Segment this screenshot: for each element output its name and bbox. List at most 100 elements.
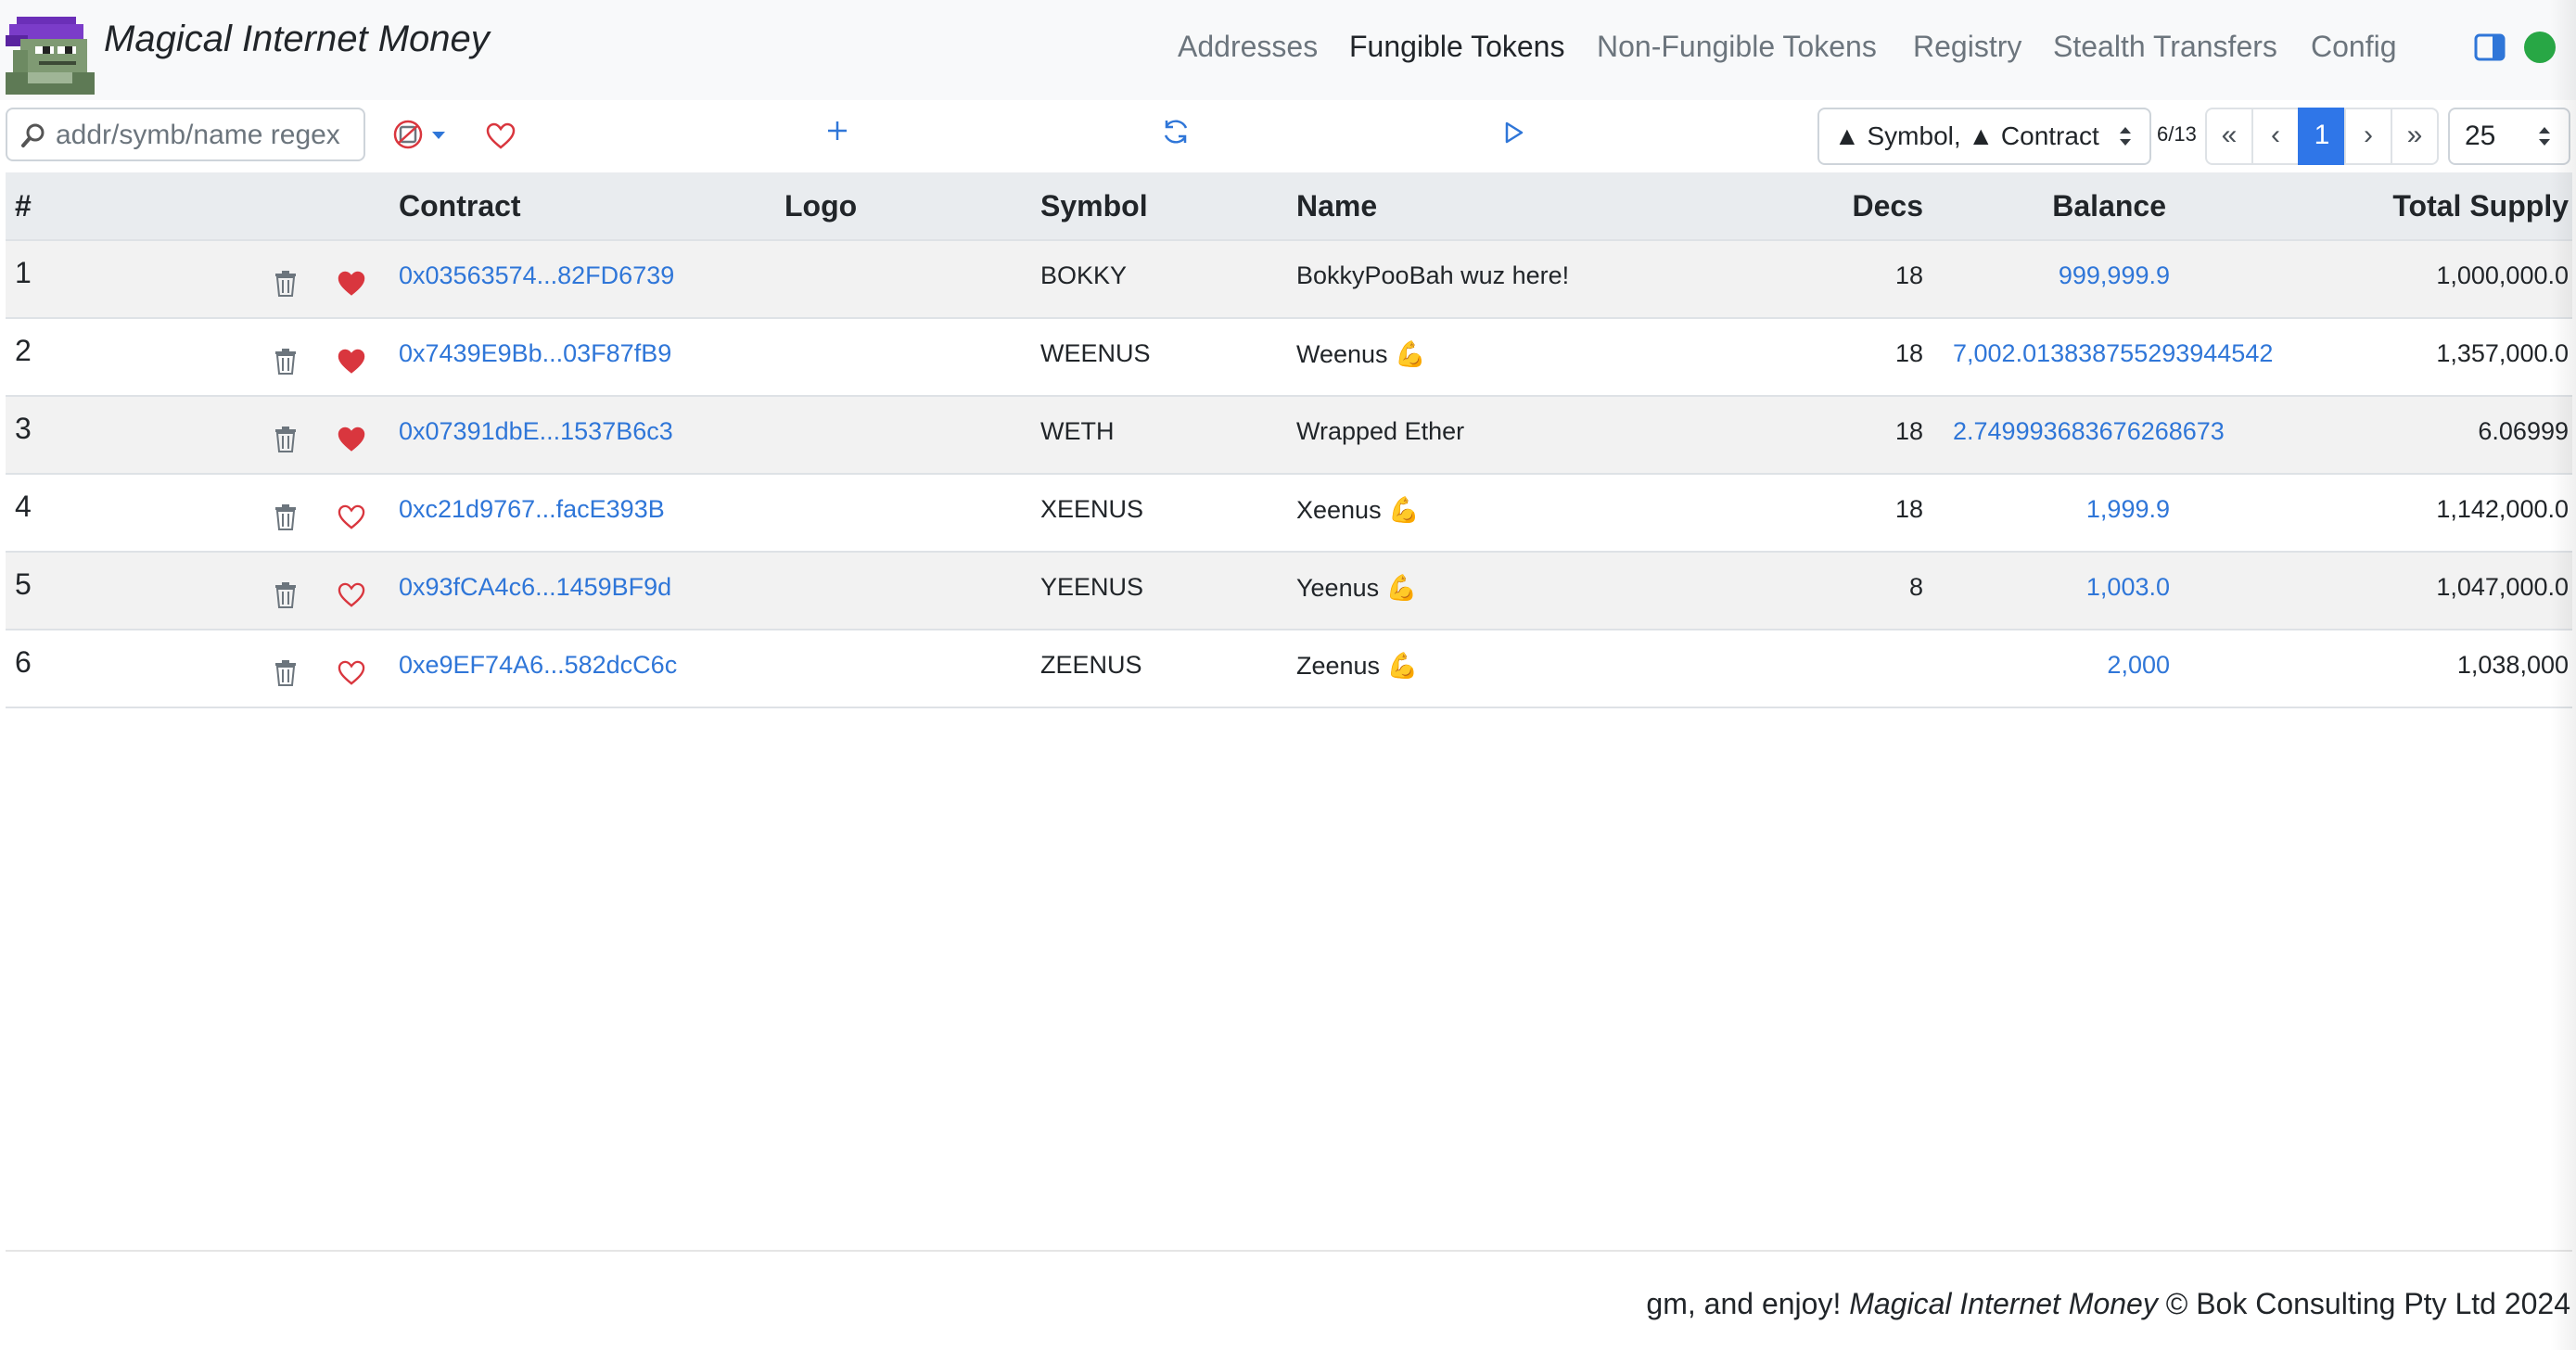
header-name[interactable]: Name <box>1296 189 1377 223</box>
row-index: 4 <box>15 490 32 523</box>
contract-link[interactable]: 0xe9EF74A6...582dcC6c <box>399 651 677 680</box>
search-input[interactable] <box>54 115 354 156</box>
token-balance-link[interactable]: 999,999.9 <box>1960 261 2170 290</box>
favourites-filter-heart-icon[interactable] <box>486 122 516 150</box>
nav-stealth-transfers[interactable]: Stealth Transfers <box>2053 30 2277 64</box>
heart-filled-icon[interactable] <box>338 349 365 375</box>
app-logo-avatar-icon[interactable] <box>6 17 95 95</box>
first-page-button[interactable]: « <box>2205 108 2253 165</box>
nav-registry[interactable]: Registry <box>1913 30 2021 64</box>
row-index: 6 <box>15 645 32 679</box>
trash-icon[interactable] <box>274 504 297 530</box>
token-name: Xeenus 💪 <box>1296 496 1420 524</box>
sort-select-value: ▲ Symbol, ▲ Contract <box>1834 121 2099 150</box>
heart-filled-icon[interactable] <box>338 271 365 297</box>
token-name: Weenus 💪 <box>1296 340 1426 368</box>
footer-brand: Magical Internet Money <box>1849 1287 2158 1320</box>
token-decimals: 18 <box>1894 339 1923 367</box>
trash-icon[interactable] <box>274 582 297 608</box>
contract-link[interactable]: 0x07391dbE...1537B6c3 <box>399 417 673 446</box>
header-total-supply[interactable]: Total Supply <box>2392 189 2569 223</box>
token-total-supply: 1,142,000.0 <box>2436 495 2569 523</box>
table-row: 5 0x93fCA4c6...1459BF9d YEENUS Yeenus 💪 8 1,0… <box>6 553 2572 630</box>
search-field[interactable] <box>6 108 365 161</box>
heart-outline-icon[interactable] <box>338 582 365 608</box>
token-decimals: 18 <box>1894 261 1923 289</box>
header-contract[interactable]: Contract <box>399 189 521 223</box>
token-total-supply: 1,357,000.0 <box>2436 339 2569 367</box>
brand-title[interactable]: Magical Internet Money <box>104 19 490 60</box>
sync-icon[interactable] <box>1161 117 1191 146</box>
table-row: 3 0x07391dbE...1537B6c3 WETH Wrapped Ether 1… <box>6 397 2572 475</box>
table-row: 4 0xc21d9767...facE393B XEENUS Xeenus 💪 18 1,… <box>6 475 2572 553</box>
contract-link[interactable]: 0x93fCA4c6...1459BF9d <box>399 573 671 602</box>
nav-fungible-tokens[interactable]: Fungible Tokens <box>1349 30 1564 64</box>
token-balance-link[interactable]: 1,003.0 <box>1960 573 2170 602</box>
nav-addresses[interactable]: Addresses <box>1178 30 1318 64</box>
trash-icon[interactable] <box>274 349 297 375</box>
row-index: 5 <box>15 567 32 601</box>
sidebar-toggle-icon[interactable] <box>2474 33 2506 61</box>
token-decimals: 18 <box>1894 417 1923 445</box>
header-balance[interactable]: Balance <box>2052 189 2166 223</box>
token-name: Zeenus 💪 <box>1296 652 1419 680</box>
token-name: BokkyPooBah wuz here! <box>1296 261 1570 289</box>
contract-link[interactable]: 0x7439E9Bb...03F87fB9 <box>399 339 671 368</box>
token-balance-link[interactable]: 2.749993683676268673 <box>1953 417 2225 446</box>
top-navbar: Magical Internet Money Addresses Fungibl… <box>0 0 2576 100</box>
row-index: 3 <box>15 412 32 445</box>
contract-link[interactable]: 0x03563574...82FD6739 <box>399 261 674 290</box>
pagination: « ‹ 1 › » <box>2205 108 2439 165</box>
page-size-value: 25 <box>2465 121 2496 151</box>
trash-icon[interactable] <box>274 660 297 686</box>
nav-non-fungible-tokens[interactable]: Non-Fungible Tokens <box>1597 30 1877 64</box>
token-name: Yeenus 💪 <box>1296 574 1418 602</box>
next-page-button[interactable]: › <box>2344 108 2392 165</box>
table-body: 1 0x03563574...82FD6739 BOKKY BokkyPooBah w… <box>6 241 2572 708</box>
token-symbol: XEENUS <box>1040 495 1144 523</box>
prev-page-button[interactable]: ‹ <box>2251 108 2300 165</box>
select-arrows-icon <box>2120 127 2131 146</box>
header-index[interactable]: # <box>15 189 32 223</box>
play-icon[interactable] <box>1504 121 1524 145</box>
footer-prefix: gm, and enjoy! <box>1646 1287 1850 1320</box>
token-symbol: ZEENUS <box>1040 651 1142 679</box>
footer: gm, and enjoy! Magical Internet Money © … <box>1646 1287 2570 1321</box>
header-symbol[interactable]: Symbol <box>1040 189 1148 223</box>
window-edge-shadow <box>2550 0 2576 1350</box>
row-index: 1 <box>15 256 32 289</box>
trash-icon[interactable] <box>274 271 297 297</box>
table-row: 2 0x7439E9Bb...03F87fB9 WEENUS Weenus 💪 18 7,… <box>6 319 2572 397</box>
no-photo-filter-icon[interactable] <box>391 119 451 150</box>
table-header: # Contract Logo Symbol Name Decs Balance… <box>6 172 2572 241</box>
token-decimals: 18 <box>1894 495 1923 523</box>
tokens-table: # Contract Logo Symbol Name Decs Balance… <box>6 172 2572 708</box>
trash-icon[interactable] <box>274 427 297 452</box>
token-symbol: YEENUS <box>1040 573 1144 601</box>
token-balance-link[interactable]: 1,999.9 <box>1960 495 2170 524</box>
heart-outline-icon[interactable] <box>338 660 365 686</box>
header-logo[interactable]: Logo <box>784 189 857 223</box>
header-decimals[interactable]: Decs <box>1853 189 1924 223</box>
last-page-button[interactable]: » <box>2391 108 2439 165</box>
token-total-supply: 1,000,000.0 <box>2436 261 2569 289</box>
add-icon[interactable] <box>825 119 849 143</box>
row-count-label: 6/13 <box>2157 122 2197 146</box>
table-row: 1 0x03563574...82FD6739 BOKKY BokkyPooBah w… <box>6 241 2572 319</box>
heart-filled-icon[interactable] <box>338 427 365 452</box>
token-decimals: 8 <box>1908 573 1923 601</box>
contract-link[interactable]: 0xc21d9767...facE393B <box>399 495 665 524</box>
token-symbol: BOKKY <box>1040 261 1128 289</box>
token-total-supply: 1,047,000.0 <box>2436 573 2569 601</box>
sort-select[interactable]: ▲ Symbol, ▲ Contract <box>1817 108 2151 165</box>
heart-outline-icon[interactable] <box>338 504 365 530</box>
token-balance-link[interactable]: 2,000 <box>1960 651 2170 680</box>
footer-suffix: © Bok Consulting Pty Ltd 2024 <box>2157 1287 2570 1320</box>
token-symbol: WETH <box>1040 417 1115 445</box>
token-symbol: WEENUS <box>1040 339 1151 367</box>
nav-config[interactable]: Config <box>2311 30 2397 64</box>
page-1-button[interactable]: 1 <box>2298 108 2346 165</box>
row-index: 2 <box>15 334 32 367</box>
token-name: Wrapped Ether <box>1296 417 1465 445</box>
token-balance-link[interactable]: 7,002.013838755293944542 <box>1953 339 2273 368</box>
